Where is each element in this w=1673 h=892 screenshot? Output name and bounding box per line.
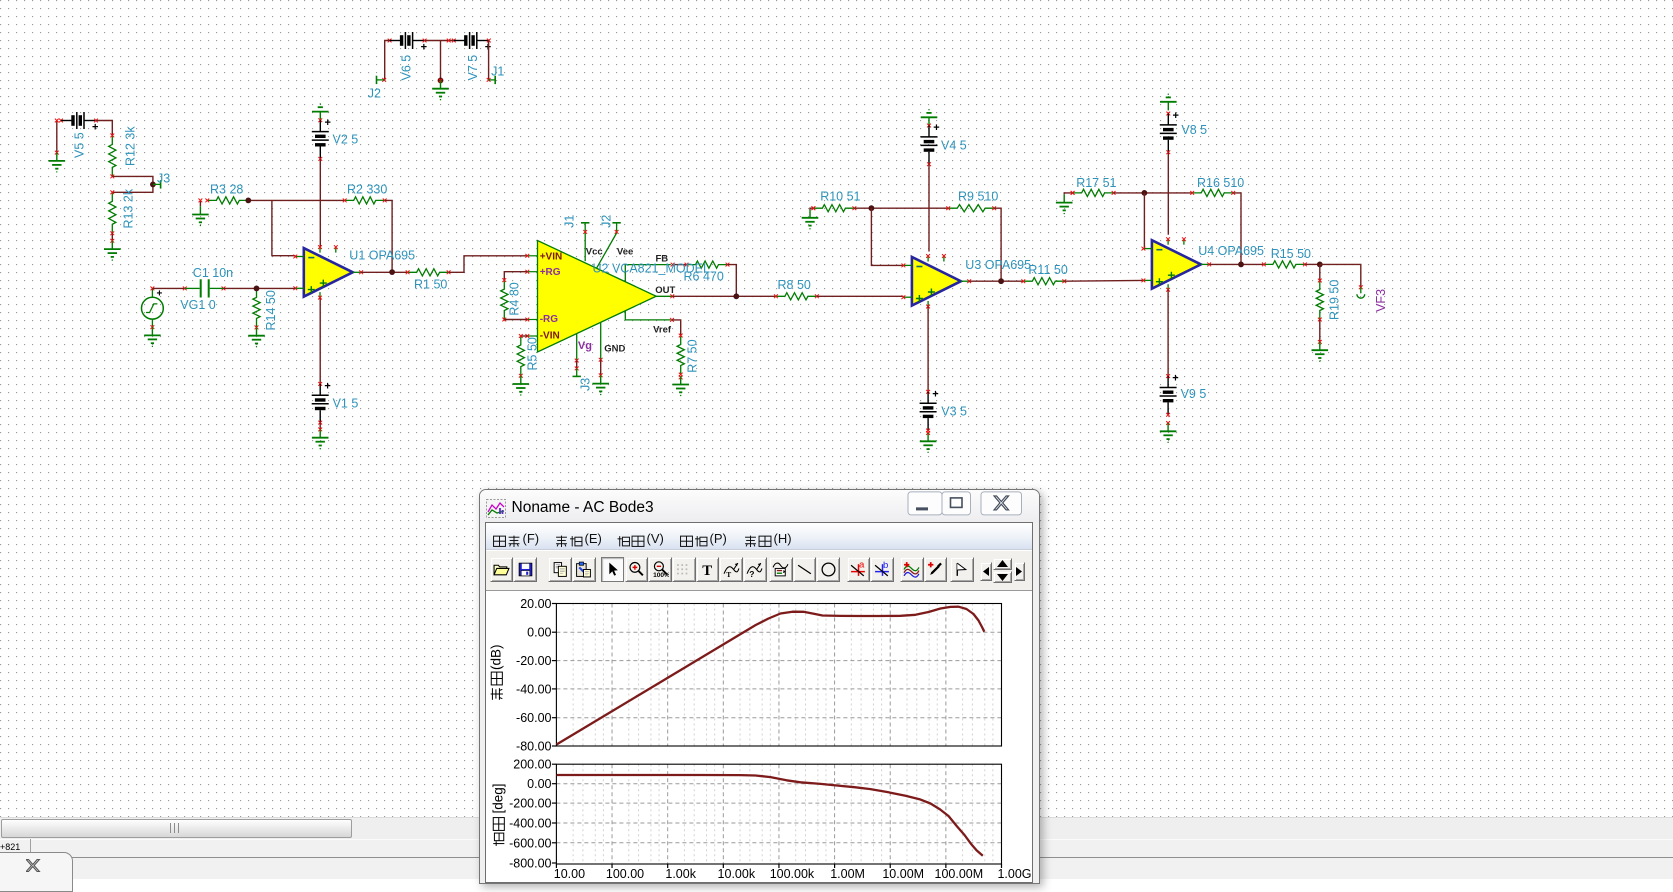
svg-text:+: + [324,381,330,393]
svg-text:U2 VCA821_MODEL: U2 VCA821_MODEL [593,262,710,276]
svg-text:GND: GND [604,344,625,355]
svg-text:+: + [421,42,427,54]
svg-text:100.00k: 100.00k [769,867,814,880]
svg-text:0.00: 0.00 [527,777,551,791]
svg-text:U4 OPA695: U4 OPA695 [1198,244,1264,258]
svg-text:0.00: 0.00 [527,625,551,639]
svg-text:VG1 0: VG1 0 [180,298,215,312]
svg-text:R3 28: R3 28 [210,182,243,196]
svg-text:U3 OPA695: U3 OPA695 [965,258,1031,272]
svg-text:J1: J1 [563,215,577,228]
svg-text:V2 5: V2 5 [333,133,359,147]
svg-text:V3 5: V3 5 [941,405,967,419]
svg-text:R14 50: R14 50 [264,290,278,330]
svg-text:[deg]: [deg] [490,783,505,813]
svg-text:+: + [92,122,98,134]
svg-text:R17 51: R17 51 [1076,176,1116,190]
svg-text:Vee: Vee [617,246,633,257]
svg-text:V6 5: V6 5 [400,55,414,81]
svg-text:-20.00: -20.00 [516,654,551,668]
svg-text:V5 5: V5 5 [73,132,87,158]
svg-text:-200.00: -200.00 [509,796,551,810]
svg-text:-80.00: -80.00 [516,739,551,753]
svg-text:+VIN: +VIN [540,251,563,262]
svg-text:T: T [726,570,731,578]
svg-text:V7 5: V7 5 [466,55,480,81]
svg-text:200.00: 200.00 [513,757,551,771]
svg-text:V4 5: V4 5 [941,139,967,153]
svg-text:+: + [932,388,938,400]
svg-text:R13 2k: R13 2k [122,188,136,228]
svg-text:R16 510: R16 510 [1197,176,1244,190]
svg-text:100%: 100% [653,572,669,578]
svg-text:+: + [325,117,331,129]
svg-text:J3: J3 [157,172,170,186]
svg-text:10.00k: 10.00k [717,867,755,880]
svg-text:-VIN: -VIN [540,331,560,342]
svg-text:R10 51: R10 51 [820,190,860,204]
svg-text:R8 50: R8 50 [778,278,811,292]
svg-text:1.00M: 1.00M [830,867,865,880]
svg-text:J2: J2 [599,215,613,228]
svg-text:-40.00: -40.00 [516,682,551,696]
svg-text:J3: J3 [579,378,593,391]
svg-text:R5 50: R5 50 [526,337,540,370]
svg-text:V9 5: V9 5 [1181,387,1207,401]
svg-text:-400.00: -400.00 [509,816,551,830]
svg-text:20.00: 20.00 [520,597,551,611]
svg-text:(dB): (dB) [488,644,503,670]
svg-text:-60.00: -60.00 [516,711,551,725]
svg-text:1.00k: 1.00k [665,867,696,880]
svg-text:R11 50: R11 50 [1028,263,1067,277]
svg-text:b: b [883,561,888,571]
svg-text:R4 80: R4 80 [508,282,522,315]
svg-text:R19 50: R19 50 [1328,280,1342,320]
svg-text:100.00M: 100.00M [934,867,983,880]
svg-text:-RG: -RG [540,314,559,325]
svg-text:R2 330: R2 330 [347,182,387,196]
svg-text:+: + [1172,373,1178,385]
svg-text:C1 10n: C1 10n [193,266,233,280]
svg-text:+: + [933,122,939,134]
svg-text:100.00: 100.00 [605,867,643,880]
svg-text:+: + [157,289,163,300]
svg-text:U1 OPA695: U1 OPA695 [349,249,415,263]
svg-text:T: T [702,563,712,578]
svg-text:10.00: 10.00 [553,867,584,880]
svg-text:R15 50: R15 50 [1271,247,1311,261]
svg-text:V1 5: V1 5 [333,397,359,411]
svg-text:Vg: Vg [578,340,592,352]
svg-text:1.00G: 1.00G [997,867,1031,880]
svg-text:10.00M: 10.00M [882,867,924,880]
svg-text:Vcc: Vcc [586,246,603,257]
svg-text:?: ? [750,569,755,578]
svg-text:R12 3k: R12 3k [124,126,138,166]
svg-text:-800.00: -800.00 [509,856,551,870]
svg-text:J1: J1 [491,65,504,79]
svg-text:Vref: Vref [653,324,672,335]
svg-text:OUT: OUT [655,285,675,296]
svg-text:J2: J2 [368,87,381,101]
svg-text:+RG: +RG [540,267,561,278]
svg-text:R1 50: R1 50 [414,278,447,292]
svg-text:-600.00: -600.00 [509,836,551,850]
svg-text:+: + [1173,110,1179,122]
svg-text:a: a [859,561,865,570]
svg-text:VF3: VF3 [1374,289,1388,312]
svg-text:V8 5: V8 5 [1181,123,1207,137]
svg-text:R9 510: R9 510 [958,190,998,204]
svg-text:R7 50: R7 50 [686,339,700,372]
